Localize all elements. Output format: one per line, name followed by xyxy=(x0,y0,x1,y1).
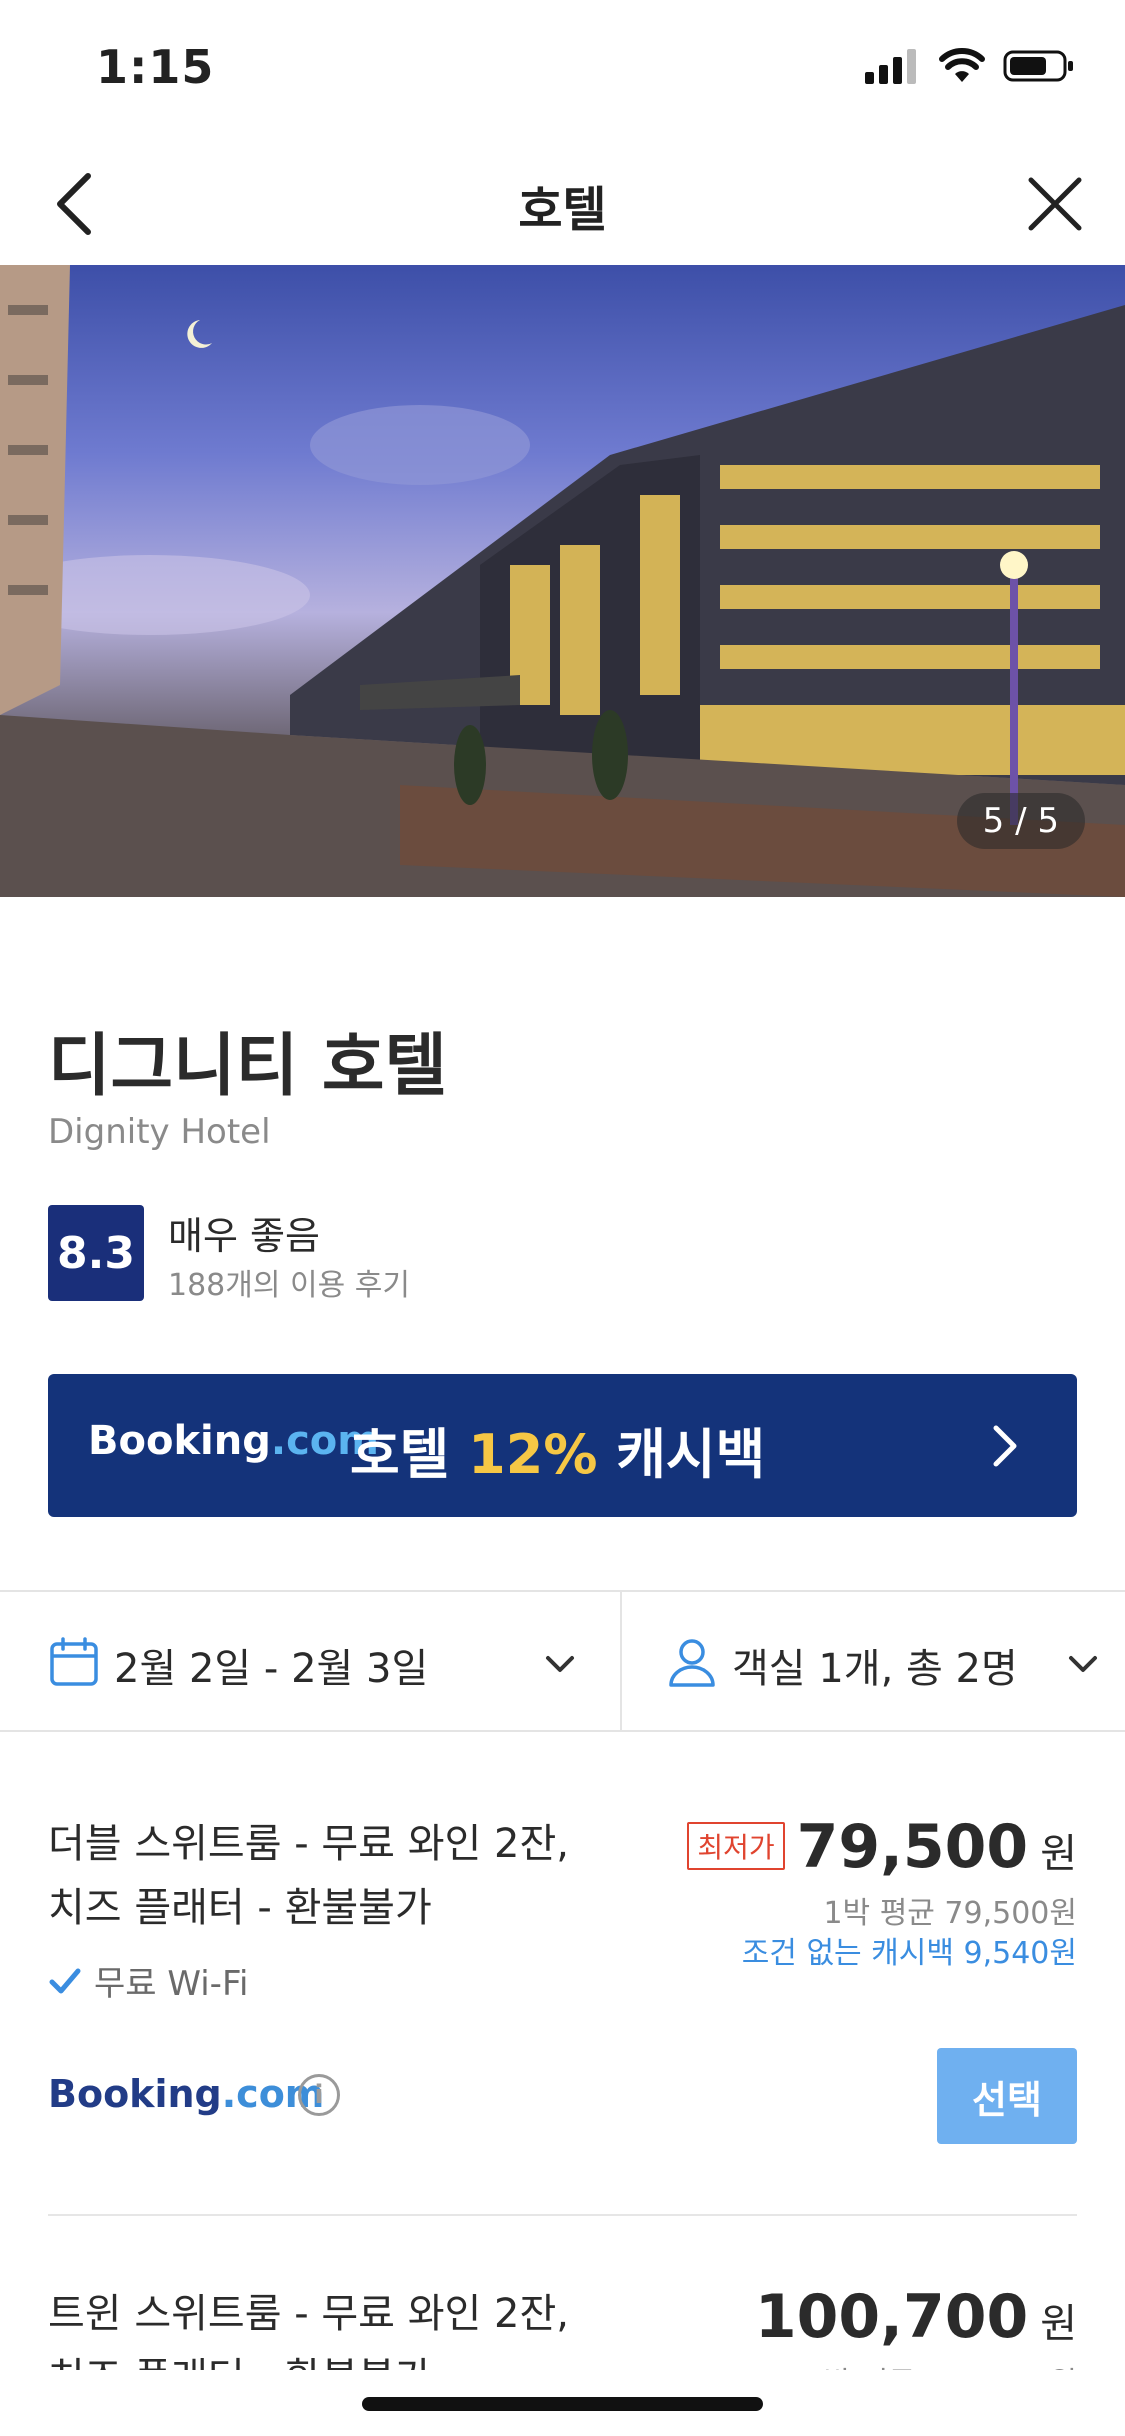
photo-counter: 5 / 5 xyxy=(956,793,1085,849)
room-card: 더블 스위트룸 - 무료 와인 2잔, 치즈 플래터 - 환불불가 최저가 79… xyxy=(48,1812,1077,2162)
review-count[interactable]: 188개의 이용 후기 xyxy=(168,1260,410,1304)
divider xyxy=(48,2214,1077,2216)
check-icon xyxy=(49,1968,81,1993)
filter-row: 2월 2일 - 2월 3일 객실 1개, 총 2명 xyxy=(0,1590,1125,1732)
date-filter[interactable]: 2월 2일 - 2월 3일 xyxy=(0,1592,622,1730)
cashback-text: 호텔 12% 캐시백 xyxy=(350,1423,766,1486)
status-icons xyxy=(865,48,1075,84)
chevron-down-icon xyxy=(1069,1656,1097,1672)
lowest-price-badge: 최저가 xyxy=(687,1822,785,1870)
select-button[interactable]: 선택 xyxy=(937,2048,1077,2144)
hotel-name-english: Dignity Hotel xyxy=(48,1112,271,1152)
price-row: 최저가 79,500 원 xyxy=(687,1812,1077,1882)
price-unit: 원 xyxy=(1040,2301,1077,2347)
room-price: 79,500 xyxy=(796,1812,1029,1882)
signal-icon xyxy=(865,49,916,84)
info-icon[interactable]: i xyxy=(298,2074,340,2116)
cashback-banner[interactable]: Booking.com 호텔 12% 캐시백 xyxy=(48,1374,1077,1517)
banner-arrow xyxy=(975,1416,1035,1476)
booking-logo: Booking.com xyxy=(88,1418,379,1464)
person-icon xyxy=(669,1639,715,1687)
room-title: 더블 스위트룸 - 무료 와인 2잔, 치즈 플래터 - 환불불가 xyxy=(48,1821,569,1931)
status-bar: 1:15 xyxy=(0,0,1125,140)
hotel-name: 디그니티 호텔 xyxy=(48,1027,448,1106)
battery-icon xyxy=(1003,50,1073,82)
page-title: 호텔 xyxy=(518,182,607,238)
booking-logo: Booking.com xyxy=(48,2072,325,2116)
close-icon xyxy=(1028,177,1082,231)
chevron-right-icon xyxy=(993,1425,1017,1467)
price-row: 100,700 원 xyxy=(755,2282,1077,2352)
nav-bar: 호텔 xyxy=(0,140,1125,265)
date-range: 2월 2일 - 2월 3일 xyxy=(114,1646,429,1692)
chevron-down-icon xyxy=(546,1656,574,1672)
calendar-icon xyxy=(50,1637,98,1686)
hotel-photo xyxy=(0,265,1125,897)
nightly-average: 1박 평균 79,500원 xyxy=(823,1896,1077,1931)
status-time: 1:15 xyxy=(96,40,215,94)
wifi-icon xyxy=(939,48,985,82)
close-button[interactable] xyxy=(1015,164,1095,244)
room-price: 100,700 xyxy=(754,2282,1029,2352)
home-indicator[interactable] xyxy=(362,2397,763,2411)
price-unit: 원 xyxy=(1040,1831,1077,1877)
cashback-amount: 조건 없는 캐시백 9,540원 xyxy=(741,1936,1077,1971)
guest-filter[interactable]: 객실 1개, 총 2명 xyxy=(624,1592,1125,1730)
rating-label: 매우 좋음 xyxy=(168,1214,320,1258)
guest-count: 객실 1개, 총 2명 xyxy=(732,1646,1018,1692)
amenity-wifi: 무료 Wi-Fi xyxy=(48,1956,248,2005)
hotel-photo-carousel[interactable]: 5 / 5 xyxy=(0,265,1125,897)
rating-score: 8.3 xyxy=(48,1205,144,1301)
